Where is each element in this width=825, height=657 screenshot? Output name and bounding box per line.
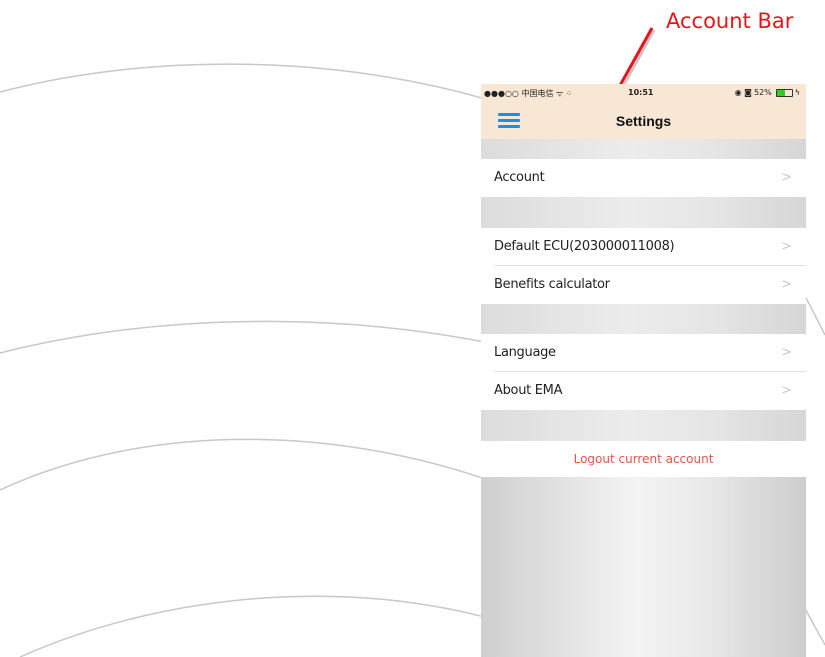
carrier-signal: ●●●○○ 中国电信 ᯤ ⁘	[484, 89, 573, 98]
chevron-right-icon: >	[781, 170, 792, 185]
status-indicators: ◉ ◙ 52% ϟ	[735, 88, 800, 97]
charging-icon: ϟ	[794, 88, 800, 97]
callout-label: Account Bar	[666, 9, 794, 33]
status-bar: ●●●○○ 中国电信 ᯤ ⁘ 10:51 ◉ ◙ 52% ϟ	[481, 84, 806, 102]
settings-row-language[interactable]: Language >	[481, 334, 806, 372]
section-gap	[481, 139, 806, 159]
row-label: Account	[494, 170, 545, 185]
status-time: 10:51	[628, 88, 654, 97]
nav-bar: Settings	[481, 102, 806, 139]
row-label: Language	[494, 345, 556, 360]
chevron-right-icon: >	[781, 383, 792, 398]
bg-curve-2	[0, 320, 501, 354]
row-label: Default ECU(203000011008)	[494, 239, 675, 254]
row-label: About EMA	[494, 383, 563, 398]
settings-row-account[interactable]: Account >	[481, 159, 806, 197]
settings-row-default-ecu[interactable]: Default ECU(203000011008) >	[481, 228, 806, 266]
bg-curve-4	[19, 595, 556, 657]
empty-area	[481, 477, 806, 657]
chevron-right-icon: >	[781, 345, 792, 360]
battery-percent: 52%	[753, 88, 772, 97]
logout-button[interactable]: Logout current account	[481, 441, 806, 477]
section-gap	[481, 304, 806, 334]
chevron-right-icon: >	[781, 239, 792, 254]
bg-curve-3	[0, 438, 516, 491]
phone-screen: ●●●○○ 中国电信 ᯤ ⁘ 10:51 ◉ ◙ 52% ϟ Settings …	[481, 84, 806, 657]
settings-row-benefits-calculator[interactable]: Benefits calculator >	[481, 266, 806, 304]
lock-alarm-icon: ◉ ◙	[734, 88, 752, 97]
page-title: Settings	[615, 113, 672, 129]
row-label: Benefits calculator	[494, 277, 610, 292]
section-gap	[481, 410, 806, 441]
battery-fill	[776, 89, 785, 96]
battery-icon	[775, 88, 793, 97]
section-gap	[481, 197, 806, 228]
chevron-right-icon: >	[781, 277, 792, 292]
bg-curve-1	[0, 63, 521, 111]
settings-row-about[interactable]: About EMA >	[481, 372, 806, 410]
